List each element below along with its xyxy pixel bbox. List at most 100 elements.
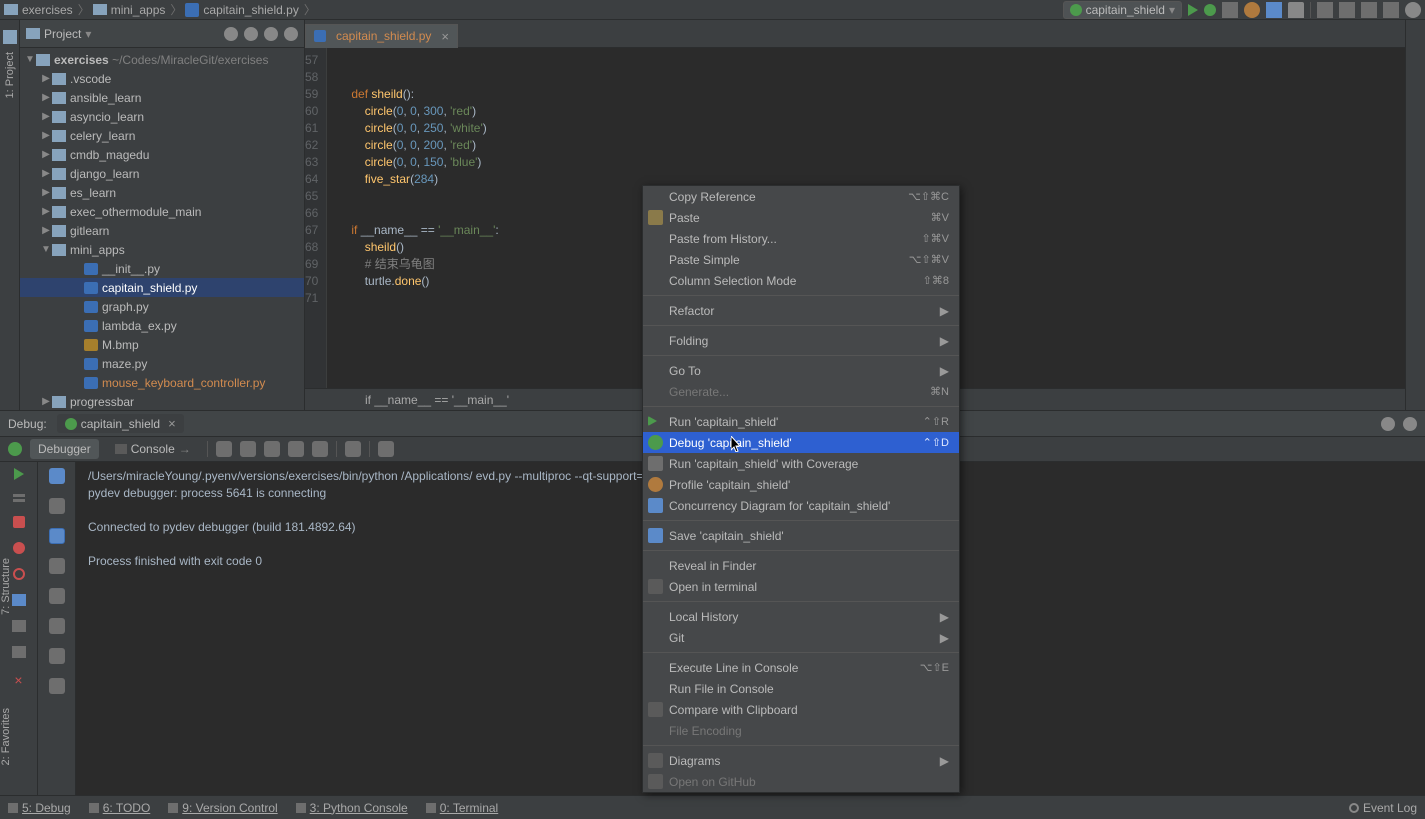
gear-icon[interactable] xyxy=(264,27,278,41)
context-menu-item[interactable]: Column Selection Mode⇧⌘8 xyxy=(643,270,959,291)
event-log-button[interactable]: Event Log xyxy=(1349,801,1417,815)
console-tab[interactable]: Console → xyxy=(107,439,199,459)
context-menu-item[interactable]: Debug 'capitain_shield'⌃⇧D xyxy=(643,432,959,453)
vcs-history-button[interactable] xyxy=(1361,2,1377,18)
force-step-icon[interactable] xyxy=(288,441,304,457)
structure-tool-button[interactable]: 7: Structure xyxy=(0,550,20,615)
context-menu-item[interactable]: Paste Simple⌥⇧⌘V xyxy=(643,249,959,270)
breadcrumb-mid[interactable]: mini_apps xyxy=(93,3,166,17)
status-bar-item[interactable]: 5: Debug xyxy=(8,801,71,815)
browse-icon[interactable] xyxy=(49,678,65,694)
collapse-icon[interactable] xyxy=(244,27,258,41)
print-icon[interactable] xyxy=(49,588,65,604)
context-menu-item[interactable]: Concurrency Diagram for 'capitain_shield… xyxy=(643,495,959,516)
tree-folder[interactable]: ▶exec_othermodule_main xyxy=(20,202,304,221)
debug-button[interactable] xyxy=(1204,4,1216,16)
debug-session-tab[interactable]: capitain_shield × xyxy=(57,414,184,433)
tree-file[interactable]: __init__.py xyxy=(20,259,304,278)
hide-icon[interactable] xyxy=(1403,417,1417,431)
tree-file[interactable]: M.bmp xyxy=(20,335,304,354)
context-menu-item[interactable]: Profile 'capitain_shield' xyxy=(643,474,959,495)
context-menu-item[interactable]: Execute Line in Console⌥⇧E xyxy=(643,657,959,678)
run-to-cursor-icon[interactable] xyxy=(345,441,361,457)
clear-icon[interactable] xyxy=(49,618,65,634)
tree-file[interactable]: capitain_shield.py xyxy=(20,278,304,297)
vcs-update-button[interactable] xyxy=(1317,2,1333,18)
gear-icon[interactable] xyxy=(1381,417,1395,431)
status-bar-item[interactable]: 3: Python Console xyxy=(296,801,408,815)
context-menu-item[interactable]: Open in terminal xyxy=(643,576,959,597)
tree-folder[interactable]: ▼mini_apps xyxy=(20,240,304,259)
tree-folder[interactable]: ▶django_learn xyxy=(20,164,304,183)
vcs-commit-button[interactable] xyxy=(1339,2,1355,18)
context-menu-item[interactable]: Paste from History...⇧⌘V xyxy=(643,228,959,249)
run-configuration-dropdown[interactable]: capitain_shield ▾ xyxy=(1063,1,1182,19)
context-menu-item[interactable]: Go To▶ xyxy=(643,360,959,381)
context-menu-item[interactable]: Git▶ xyxy=(643,627,959,648)
chevron-down-icon[interactable]: ▾ xyxy=(85,27,91,41)
tree-folder[interactable]: ▶celery_learn xyxy=(20,126,304,145)
layout-icon[interactable] xyxy=(12,620,26,632)
context-menu-item[interactable]: Save 'capitain_shield' xyxy=(643,525,959,546)
debugger-tab[interactable]: Debugger xyxy=(30,439,99,459)
soft-wrap-icon[interactable] xyxy=(49,528,65,544)
close-icon[interactable]: × xyxy=(14,672,22,688)
status-bar-item[interactable]: 6: TODO xyxy=(89,801,151,815)
context-menu-item[interactable]: Run File in Console xyxy=(643,678,959,699)
scroll-icon[interactable] xyxy=(49,558,65,574)
close-icon[interactable]: × xyxy=(168,416,176,431)
context-menu-item[interactable]: Paste⌘V xyxy=(643,207,959,228)
context-menu-item[interactable]: Refactor▶ xyxy=(643,300,959,321)
tree-folder[interactable]: ▶cmdb_magedu xyxy=(20,145,304,164)
step-into-my-icon[interactable] xyxy=(264,441,280,457)
breadcrumb-root[interactable]: exercises xyxy=(4,3,73,17)
concurrency-button[interactable] xyxy=(1266,2,1282,18)
project-tree[interactable]: ▼ exercises ~/Codes/MiracleGit/exercises… xyxy=(20,48,304,410)
tree-file[interactable]: maze.py xyxy=(20,354,304,373)
tree-folder[interactable]: ▶ansible_learn xyxy=(20,88,304,107)
status-bar-item[interactable]: 9: Version Control xyxy=(168,801,277,815)
down-icon[interactable] xyxy=(49,498,65,514)
step-over-icon[interactable] xyxy=(216,441,232,457)
status-bar-item[interactable]: 0: Terminal xyxy=(426,801,498,815)
context-menu-item[interactable]: Folding▶ xyxy=(643,330,959,351)
rerun-icon[interactable] xyxy=(8,442,22,456)
project-tool-icon[interactable] xyxy=(3,30,17,44)
step-into-icon[interactable] xyxy=(240,441,256,457)
context-menu-item[interactable]: Diagrams▶ xyxy=(643,750,959,771)
editor-tab[interactable]: capitain_shield.py × xyxy=(305,24,458,48)
context-menu-item[interactable]: Compare with Clipboard xyxy=(643,699,959,720)
pin-icon[interactable] xyxy=(12,646,26,658)
stop-button[interactable] xyxy=(1288,2,1304,18)
context-menu-item[interactable]: Copy Reference⌥⇧⌘C xyxy=(643,186,959,207)
close-tab-icon[interactable]: × xyxy=(441,29,449,44)
tree-root[interactable]: ▼ exercises ~/Codes/MiracleGit/exercises xyxy=(20,50,304,69)
context-menu-item[interactable]: Reveal in Finder xyxy=(643,555,959,576)
breadcrumb-file[interactable]: capitain_shield.py xyxy=(185,3,298,17)
tree-file[interactable]: graph.py xyxy=(20,297,304,316)
vcs-revert-button[interactable] xyxy=(1383,2,1399,18)
tree-folder[interactable]: ▶ progressbar xyxy=(20,392,304,410)
project-tool-label[interactable]: 1: Project xyxy=(4,52,16,98)
context-menu-item[interactable]: Run 'capitain_shield' with Coverage xyxy=(643,453,959,474)
profile-button[interactable] xyxy=(1244,2,1260,18)
search-button[interactable] xyxy=(1405,2,1421,18)
tree-file[interactable]: lambda_ex.py xyxy=(20,316,304,335)
tree-folder[interactable]: ▶es_learn xyxy=(20,183,304,202)
evaluate-icon[interactable] xyxy=(378,441,394,457)
context-menu-item[interactable]: Local History▶ xyxy=(643,606,959,627)
run-button[interactable] xyxy=(1188,4,1198,16)
favorites-tool-button[interactable]: 2: Favorites xyxy=(0,700,20,765)
stop-icon[interactable] xyxy=(13,516,25,528)
context-menu-item[interactable]: Run 'capitain_shield'⌃⇧R xyxy=(643,411,959,432)
hide-icon[interactable] xyxy=(284,27,298,41)
resume-icon[interactable] xyxy=(14,468,24,480)
tree-folder[interactable]: ▶asyncio_learn xyxy=(20,107,304,126)
tree-file[interactable]: mouse_keyboard_controller.py xyxy=(20,373,304,392)
up-icon[interactable] xyxy=(49,468,65,484)
code-area[interactable]: def sheild(): circle(0, 0, 300, 'red') c… xyxy=(327,48,498,388)
coverage-button[interactable] xyxy=(1222,2,1238,18)
step-out-icon[interactable] xyxy=(312,441,328,457)
new-watch-icon[interactable] xyxy=(49,648,65,664)
tree-folder[interactable]: ▶gitlearn xyxy=(20,221,304,240)
